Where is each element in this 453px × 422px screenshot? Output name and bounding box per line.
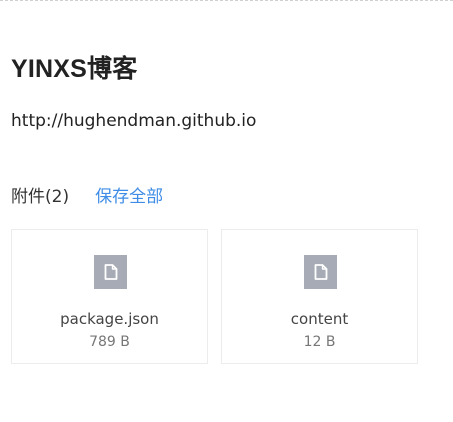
attachment-card[interactable]: content 12 B: [221, 229, 418, 364]
blog-title: YINXS博客: [11, 55, 138, 83]
attachment-name: package.json: [60, 310, 159, 328]
attachment-list: package.json 789 B content 12 B: [11, 229, 418, 364]
file-icon: [304, 255, 337, 289]
attachment-card[interactable]: package.json 789 B: [11, 229, 208, 364]
attachments-header: 附件(2) 保存全部: [11, 182, 163, 207]
blog-url: http://hughendman.github.io: [11, 111, 257, 131]
attachment-size: 12 B: [303, 334, 336, 350]
file-icon: [94, 255, 127, 289]
attachment-name: content: [290, 310, 349, 328]
save-all-link[interactable]: 保存全部: [95, 182, 163, 207]
attachment-size: 789 B: [89, 334, 130, 350]
attachments-count: 附件(2): [11, 186, 70, 207]
top-divider: [0, 0, 453, 1]
